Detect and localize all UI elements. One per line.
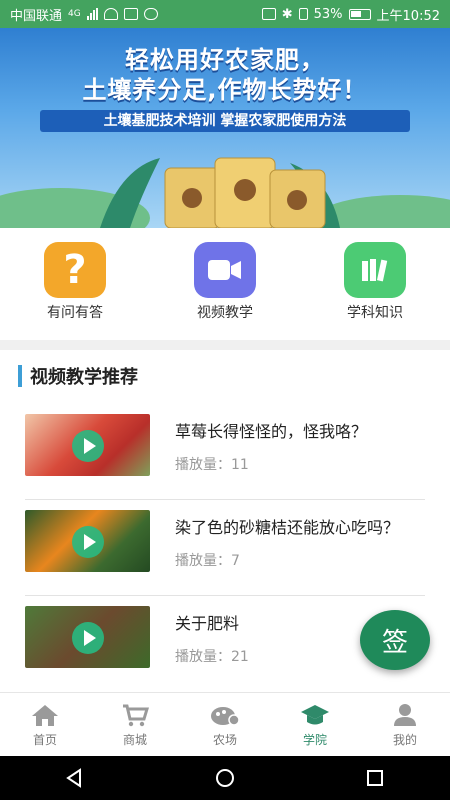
- nav-label-mall: 商城: [122, 733, 147, 747]
- clock: 上午10:52: [376, 8, 440, 24]
- banner-headline-2: 土壤养分足,作物长势好！: [82, 76, 368, 104]
- bluetooth-icon: ✱: [281, 6, 293, 22]
- promo-banner[interactable]: 轻松用好农家肥， 土壤养分足,作物长势好！ 土壤基肥技术培训 掌握农家肥使用方法: [0, 28, 450, 228]
- status-bar: 中国联通 4G ✱ 53% 上午10:52: [0, 0, 450, 28]
- banner-illustration: [0, 157, 450, 228]
- video-camera-icon: [194, 242, 256, 298]
- profile-icon: [394, 704, 416, 726]
- video-play-count: 播放量：11: [175, 457, 249, 473]
- battery-icon: [348, 8, 371, 20]
- cart-icon: [123, 704, 149, 727]
- nav-item-academy[interactable]: 学院: [270, 693, 360, 756]
- vibrate-icon: [298, 8, 308, 20]
- academy-icon: [301, 705, 329, 725]
- video-thumbnail[interactable]: [25, 510, 150, 572]
- nav-item-mall[interactable]: 商城: [90, 693, 180, 756]
- nav-label-home: 首页: [32, 733, 57, 747]
- wifi-icon: [103, 8, 118, 20]
- quick-label-qa: 有问有答: [47, 305, 103, 321]
- nav-item-profile[interactable]: 我的: [360, 693, 450, 756]
- nav-label-academy: 学院: [302, 733, 327, 747]
- video-play-count: 播放量：21: [175, 649, 249, 665]
- quick-item-video[interactable]: 视频教学: [170, 242, 280, 340]
- banner-subtitle: 土壤基肥技术培训 掌握农家肥使用方法: [40, 110, 410, 132]
- app-screen: 中国联通 4G ✱ 53% 上午10:52 轻松用好农家肥， 土壤养分足,作物长…: [0, 0, 450, 800]
- nav-item-home[interactable]: 首页: [0, 693, 90, 756]
- video-title[interactable]: 染了色的砂糖桔还能放心吃吗？: [175, 514, 425, 538]
- system-nav-bar: [0, 756, 450, 800]
- quick-menu: ? 有问有答 视频教学 学科知识: [0, 228, 450, 340]
- video-list-item[interactable]: 草莓长得怪怪的，怪我咯？ 播放量：11: [25, 404, 425, 500]
- recents-icon[interactable]: [365, 768, 385, 788]
- question-icon: ?: [44, 242, 106, 298]
- play-icon[interactable]: [72, 526, 104, 558]
- books-icon: [344, 242, 406, 298]
- carrier-label: 中国联通: [10, 8, 63, 24]
- nav-item-farm[interactable]: 农场: [180, 693, 270, 756]
- video-thumbnail[interactable]: [25, 414, 150, 476]
- section-header: 视频教学推荐: [18, 364, 138, 388]
- message-icon: [143, 8, 158, 20]
- section-divider: [0, 340, 450, 350]
- play-icon[interactable]: [72, 430, 104, 462]
- quick-label-knowledge: 学科知识: [347, 305, 403, 321]
- back-icon[interactable]: [65, 768, 85, 788]
- battery-percent: 53%: [313, 6, 343, 22]
- signal-icon: [86, 8, 98, 20]
- section-accent-bar: [18, 365, 22, 387]
- section-title: 视频教学推荐: [30, 367, 138, 388]
- nav-label-farm: 农场: [212, 733, 237, 747]
- video-title[interactable]: 草莓长得怪怪的，怪我咯？: [175, 418, 425, 442]
- quick-item-knowledge[interactable]: 学科知识: [320, 242, 430, 340]
- home-circle-icon[interactable]: [215, 768, 235, 788]
- video-list-item[interactable]: 染了色的砂糖桔还能放心吃吗？ 播放量：7: [25, 500, 425, 596]
- sign-in-button[interactable]: 签: [360, 610, 430, 670]
- farm-icon: [211, 707, 240, 726]
- nav-label-profile: 我的: [392, 733, 417, 747]
- video-play-count: 播放量：7: [175, 553, 240, 569]
- home-icon: [32, 705, 58, 726]
- play-icon[interactable]: [72, 622, 104, 654]
- quick-label-video: 视频教学: [197, 305, 253, 321]
- network-label: 4G: [68, 9, 81, 19]
- quick-item-qa[interactable]: ? 有问有答: [20, 242, 130, 340]
- nfc-icon: [261, 8, 276, 20]
- notification-icon: [123, 8, 138, 20]
- bottom-nav: 首页 商城 农场 学院 我的: [0, 692, 450, 756]
- video-thumbnail[interactable]: [25, 606, 150, 668]
